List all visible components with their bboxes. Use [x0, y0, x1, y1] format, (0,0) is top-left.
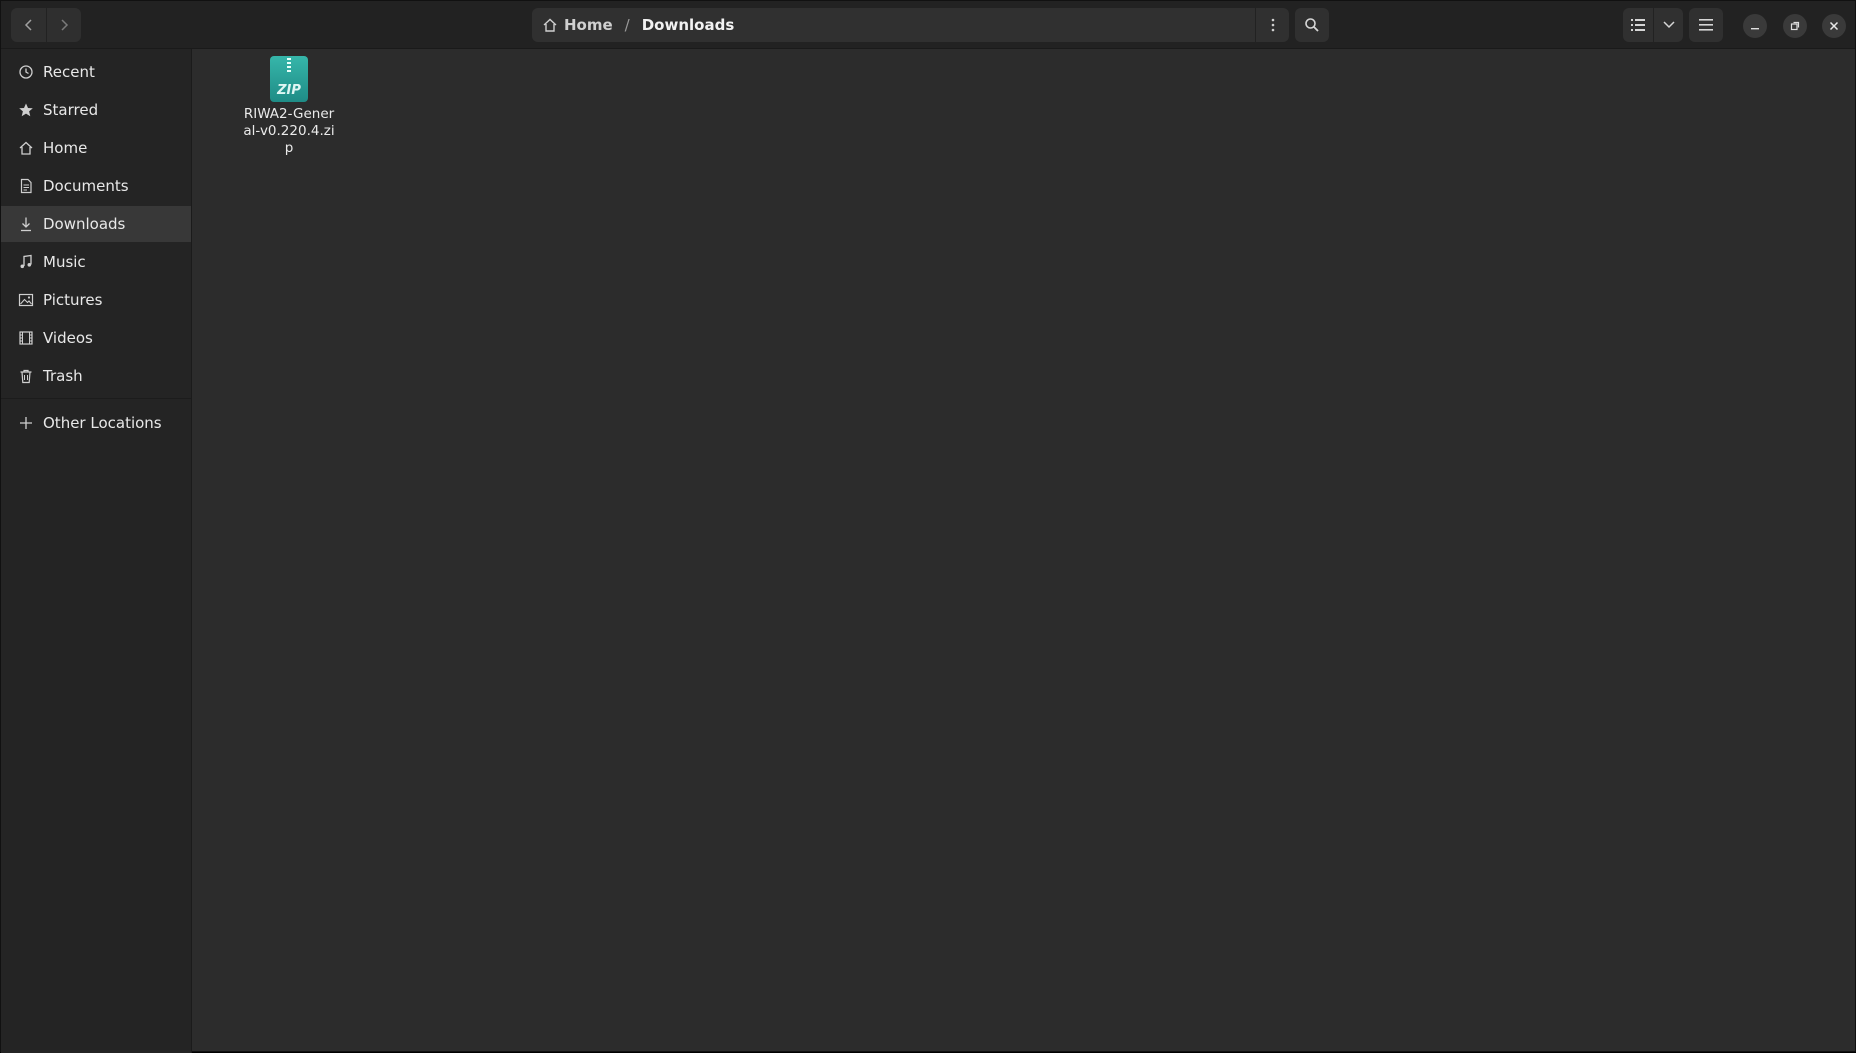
sidebar-item-label: Starred [43, 101, 99, 119]
file-name: RIWA2-General-v0.220.4.zip [243, 106, 335, 156]
search-icon [1305, 18, 1319, 32]
home-icon [543, 18, 557, 32]
file-view[interactable]: ZIP RIWA2-General-v0.220.4.zip [193, 50, 1855, 1051]
breadcrumb-home[interactable]: Home [532, 16, 613, 34]
sidebar-item-label: Downloads [43, 215, 126, 233]
clock-icon [17, 63, 35, 81]
video-icon [17, 329, 35, 347]
zip-badge: ZIP [277, 83, 301, 98]
sidebar-item-videos[interactable]: Videos [1, 320, 191, 356]
view-options [1623, 8, 1683, 42]
close-button[interactable] [1822, 14, 1846, 38]
list-view-icon [1631, 19, 1645, 31]
main-menu-button[interactable] [1689, 8, 1723, 42]
sidebar-item-other-locations[interactable]: Other Locations [1, 405, 191, 441]
restore-icon [1790, 21, 1800, 31]
sidebar-item-label: Music [43, 253, 86, 271]
sidebar-item-label: Videos [43, 329, 93, 347]
header-bar: Home / Downloads [1, 1, 1855, 49]
sidebar-item-trash[interactable]: Trash [1, 358, 191, 394]
picture-icon [17, 291, 35, 309]
close-icon [1829, 21, 1839, 31]
home-icon [17, 139, 35, 157]
chevron-left-icon [24, 19, 32, 31]
sidebar-item-label: Home [43, 139, 88, 157]
minimize-button[interactable] [1743, 14, 1767, 38]
zipper-graphic [287, 58, 291, 74]
sidebar-item-music[interactable]: Music [1, 244, 191, 280]
star-icon [17, 101, 35, 119]
sidebar-item-label: Recent [43, 63, 95, 81]
chevron-right-icon [61, 19, 69, 31]
download-icon [17, 215, 35, 233]
music-icon [17, 253, 35, 271]
sidebar-item-documents[interactable]: Documents [1, 168, 191, 204]
hamburger-menu-icon [1699, 19, 1713, 31]
file-item[interactable]: ZIP RIWA2-General-v0.220.4.zip [243, 56, 335, 157]
sidebar-item-label: Trash [43, 367, 83, 385]
sidebar-divider [1, 398, 191, 399]
breadcrumb-separator: / [624, 16, 630, 34]
sidebar-item-label: Other Locations [43, 414, 162, 432]
kebab-menu-icon [1271, 18, 1274, 32]
back-button[interactable] [11, 8, 46, 42]
breadcrumb-current[interactable]: Downloads [642, 16, 735, 34]
minimize-icon [1751, 28, 1759, 30]
breadcrumb-home-label: Home [564, 16, 613, 34]
chevron-down-icon [1662, 21, 1675, 29]
forward-button[interactable] [46, 8, 81, 42]
sidebar-item-starred[interactable]: Starred [1, 92, 191, 128]
sidebar: Recent Starred Home Documents Downloads [1, 49, 192, 1053]
plus-icon [17, 414, 35, 432]
list-view-button[interactable] [1623, 8, 1653, 42]
sidebar-item-label: Documents [43, 177, 129, 195]
search-button[interactable] [1295, 8, 1329, 42]
trash-icon [17, 367, 35, 385]
sidebar-item-recent[interactable]: Recent [1, 54, 191, 90]
file-manager-window: Home / Downloads Recent Starred Home Doc… [0, 0, 1856, 1053]
navigation-buttons [11, 8, 81, 42]
path-menu-button[interactable] [1255, 8, 1289, 42]
sidebar-item-home[interactable]: Home [1, 130, 191, 166]
sidebar-item-pictures[interactable]: Pictures [1, 282, 191, 318]
maximize-button[interactable] [1783, 14, 1807, 38]
document-icon [17, 177, 35, 195]
sidebar-item-downloads[interactable]: Downloads [1, 206, 191, 242]
sidebar-item-label: Pictures [43, 291, 103, 309]
path-bar: Home / Downloads [532, 8, 1289, 42]
zip-archive-icon: ZIP [270, 56, 308, 102]
view-dropdown-button[interactable] [1653, 8, 1683, 42]
